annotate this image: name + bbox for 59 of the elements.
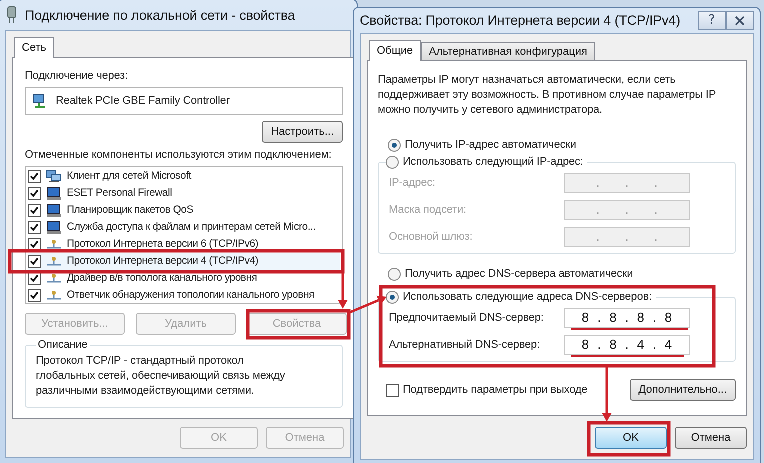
list-item[interactable]: Протокол Интернета версии 6 (TCP/IPv6) xyxy=(28,236,340,253)
list-item[interactable]: Протокол Интернета версии 4 (TCP/IPv4) xyxy=(28,253,340,270)
list-item[interactable]: Планировщик пакетов QoS xyxy=(28,202,340,219)
help-button[interactable]: ? xyxy=(698,11,726,30)
tab[interactable]: Сеть xyxy=(14,37,54,58)
protocol-icon xyxy=(46,288,62,302)
close-icon xyxy=(735,16,745,26)
list-item[interactable]: Служба доступа к файлам и принтерам сетей Micro... xyxy=(28,219,340,236)
radio-button[interactable] xyxy=(388,268,401,281)
checkbox[interactable] xyxy=(28,221,41,234)
computer-icon xyxy=(46,186,62,200)
list-item[interactable]: Драйвер в/в тополога канального уровня xyxy=(28,270,340,287)
advanced-button[interactable]: Дополнительно... xyxy=(630,379,736,401)
close-button[interactable] xyxy=(726,11,754,30)
configure-button[interactable]: Настроить... xyxy=(262,121,343,143)
protocol-icon xyxy=(46,272,62,286)
computer-icon xyxy=(46,204,62,218)
checkbox[interactable] xyxy=(28,255,41,268)
ip-address-field[interactable]: 8 . 8 . 8 . 8 xyxy=(564,308,690,328)
computer-icon xyxy=(46,220,62,234)
annotation-arrow xyxy=(602,367,612,422)
tab[interactable]: Альтернативная конфигурация xyxy=(421,42,596,60)
radio-option[interactable]: Использовать следующий IP-адрес: xyxy=(386,155,584,169)
adapter-name: Realtek PCIe GBE Family Controller xyxy=(56,94,230,108)
list-item[interactable]: Ответчик обнаружения топологии канального уровня xyxy=(28,287,340,304)
network-client-icon xyxy=(46,170,62,184)
field-label: Маска подсети: xyxy=(389,203,468,217)
group-legend: Описание xyxy=(36,339,90,352)
window-title: Свойства: Протокол Интернета версии 4 (TCP/IPv4) xyxy=(360,14,682,27)
field-label: Основной шлюз: xyxy=(389,230,474,244)
list-item[interactable]: ESET Personal Firewall xyxy=(28,185,340,202)
dialog-button[interactable]: OK xyxy=(595,427,667,449)
field-label: Предпочитаемый DNS-сервер: xyxy=(389,311,545,325)
ip-address-field[interactable]: 8 . 8 . 4 . 4 xyxy=(564,335,690,355)
radio-button[interactable] xyxy=(388,139,401,152)
checkbox[interactable] xyxy=(28,187,41,200)
checkbox[interactable] xyxy=(386,384,399,396)
field-label: IP-адрес: xyxy=(389,176,436,190)
radio-button[interactable] xyxy=(386,290,399,304)
tab[interactable]: Общие xyxy=(369,40,422,61)
list-item[interactable]: Клиент для сетей Microsoft xyxy=(28,168,340,185)
field-label: Альтернативный DNS-сервер: xyxy=(389,338,541,352)
description-text: Протокол TCP/IP - стандартный протокол глобальных сетей, обеспечивающий связь между различными взаимодействующими сетями. xyxy=(36,354,286,399)
field-label: Отмеченные компоненты используются этим подключением: xyxy=(25,149,333,162)
radio-option[interactable]: Использовать следующие адреса DNS-серверов: xyxy=(386,290,652,304)
protocol-icon xyxy=(46,238,62,252)
dialog-button[interactable]: Отмена xyxy=(675,427,747,449)
checkbox[interactable] xyxy=(28,204,41,217)
protocol-icon xyxy=(46,254,62,268)
radio-option[interactable]: Получить адрес DNS-сервера автоматически xyxy=(388,268,736,281)
checkbox-option[interactable]: Подтвердить параметры при выходе xyxy=(386,384,588,396)
intro-text: Параметры IP могут назначаться автоматически, если сеть поддерживает эту возможность. В противном случае параметры IP можно получить у сетевого администратора. xyxy=(378,73,717,118)
checkbox[interactable] xyxy=(28,289,41,302)
window-title: Подключение по локальной сети - свойства xyxy=(25,8,296,22)
checkbox[interactable] xyxy=(28,170,41,183)
checkbox[interactable] xyxy=(28,238,41,251)
radio-option[interactable]: Получить IP-адрес автоматически xyxy=(388,139,736,152)
field-label: Подключение через: xyxy=(25,70,129,83)
radio-button[interactable] xyxy=(386,156,399,168)
